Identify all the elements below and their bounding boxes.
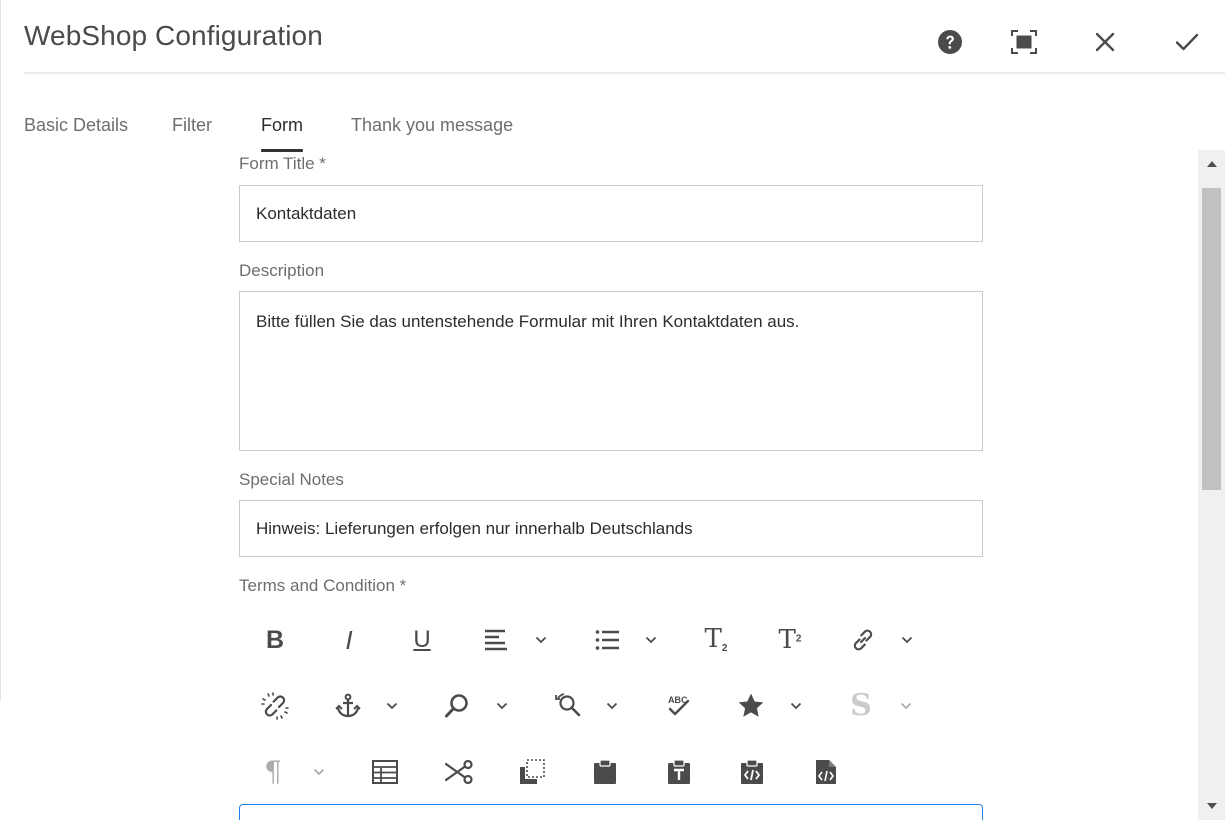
align-button[interactable] [476, 620, 516, 660]
paste-text-icon [667, 759, 691, 785]
underline-icon: U [413, 626, 431, 653]
subscript-icon: T2 [705, 626, 728, 654]
paste-as-text-button[interactable] [659, 752, 699, 792]
italic-icon: I [345, 625, 353, 655]
link-dropdown[interactable] [899, 630, 915, 650]
source-edit-icon [815, 759, 837, 785]
paragraph-format-dropdown[interactable] [311, 762, 327, 782]
cut-button[interactable] [439, 752, 479, 792]
tab-thank-you-message[interactable]: Thank you message [351, 108, 513, 152]
paste-word-icon [740, 759, 764, 785]
unlink-icon [261, 692, 289, 720]
anchor-icon [335, 693, 361, 719]
form-panel: Form Title * Kontaktdaten Description Bi… [0, 150, 1198, 820]
subscript-glyph: T [704, 623, 722, 654]
scroll-down-button[interactable] [1198, 794, 1225, 816]
bold-icon: B [265, 625, 285, 654]
close-button[interactable] [1085, 22, 1125, 62]
fullscreen-button[interactable] [1004, 22, 1044, 62]
italic-button[interactable]: I [329, 620, 369, 660]
link-icon [850, 627, 876, 653]
chevron-down-icon [386, 697, 398, 715]
paragraph-format-button[interactable]: ¶ [253, 752, 293, 792]
help-circle-icon [937, 29, 963, 55]
chevron-down-icon [645, 631, 657, 649]
superscript-icon: T2 [779, 627, 802, 653]
subscript-button[interactable]: T2 [696, 620, 736, 660]
triangle-up-icon [1206, 154, 1217, 172]
terms-editor[interactable] [239, 804, 983, 820]
find-button[interactable] [437, 686, 477, 726]
align-dropdown[interactable] [533, 630, 549, 650]
underline-button[interactable]: U [402, 620, 442, 660]
paragraph-format-icon: ¶ [264, 755, 282, 788]
special-characters-dropdown[interactable] [788, 696, 804, 716]
done-button[interactable] [1167, 22, 1207, 62]
special-notes-label: Special Notes [239, 470, 344, 489]
spellcheck-icon: ABC [666, 693, 692, 719]
terms-label: Terms and Condition * [239, 576, 407, 595]
paste-icon [593, 759, 617, 785]
replace-button[interactable] [548, 686, 588, 726]
scroll-thumb[interactable] [1202, 188, 1221, 490]
description-textarea[interactable]: Bitte füllen Sie das untenstehende Formu… [239, 291, 983, 451]
align-icon [484, 629, 508, 651]
link-button[interactable] [843, 620, 883, 660]
find-icon [444, 693, 470, 719]
scroll-up-button[interactable] [1198, 152, 1225, 174]
fullscreen-icon [1011, 30, 1037, 54]
triangle-down-icon [1206, 796, 1217, 814]
bold-button[interactable]: B [255, 620, 295, 660]
superscript-button[interactable]: T2 [770, 620, 810, 660]
replace-icon [554, 692, 582, 720]
superscript-glyph: T [778, 625, 796, 655]
webshop-configuration-dialog: WebShop Configuration Basic Details Filt… [0, 0, 1225, 820]
replace-dropdown[interactable] [604, 696, 620, 716]
dialog-title: WebShop Configuration [24, 20, 323, 51]
checkmark-icon [1175, 32, 1199, 52]
paste-button[interactable] [585, 752, 625, 792]
help-button[interactable] [930, 22, 970, 62]
close-icon [1095, 32, 1115, 52]
copy-icon [519, 759, 545, 785]
chevron-down-icon [535, 631, 547, 649]
chevron-down-icon [900, 697, 912, 715]
form-title-label: Form Title * [239, 154, 326, 173]
copy-button[interactable] [512, 752, 552, 792]
chevron-down-icon [313, 763, 325, 781]
anchor-button[interactable] [328, 686, 368, 726]
special-notes-input[interactable]: Hinweis: Lieferungen erfolgen nur innerh… [239, 500, 983, 557]
chevron-down-icon [496, 697, 508, 715]
tab-basic-details[interactable]: Basic Details [24, 108, 128, 152]
chevron-down-icon [901, 631, 913, 649]
special-characters-button[interactable] [731, 686, 771, 726]
dialog-header: WebShop Configuration [24, 0, 1225, 74]
list-button[interactable] [587, 620, 627, 660]
cut-icon [445, 760, 473, 784]
tab-filter[interactable]: Filter [172, 108, 212, 152]
superscript-mark: 2 [795, 633, 802, 645]
list-icon [595, 629, 619, 651]
table-button[interactable] [365, 752, 405, 792]
styles-icon: S [850, 688, 872, 723]
table-icon [372, 760, 398, 784]
form-title-input[interactable]: Kontaktdaten [239, 185, 983, 242]
subscript-mark: 2 [721, 643, 728, 655]
paste-from-word-button[interactable] [732, 752, 772, 792]
scrollbar[interactable] [1198, 150, 1225, 820]
description-label: Description [239, 261, 325, 280]
tab-form[interactable]: Form [261, 108, 303, 152]
list-dropdown[interactable] [643, 630, 659, 650]
spellcheck-button[interactable]: ABC [659, 686, 699, 726]
special-chars-icon [737, 692, 765, 720]
styles-dropdown[interactable] [898, 696, 914, 716]
styles-button[interactable]: S [841, 686, 881, 726]
chevron-down-icon [790, 697, 802, 715]
source-edit-button[interactable] [806, 752, 846, 792]
unlink-button[interactable] [255, 686, 295, 726]
anchor-dropdown[interactable] [384, 696, 400, 716]
chevron-down-icon [606, 697, 618, 715]
find-dropdown[interactable] [494, 696, 510, 716]
